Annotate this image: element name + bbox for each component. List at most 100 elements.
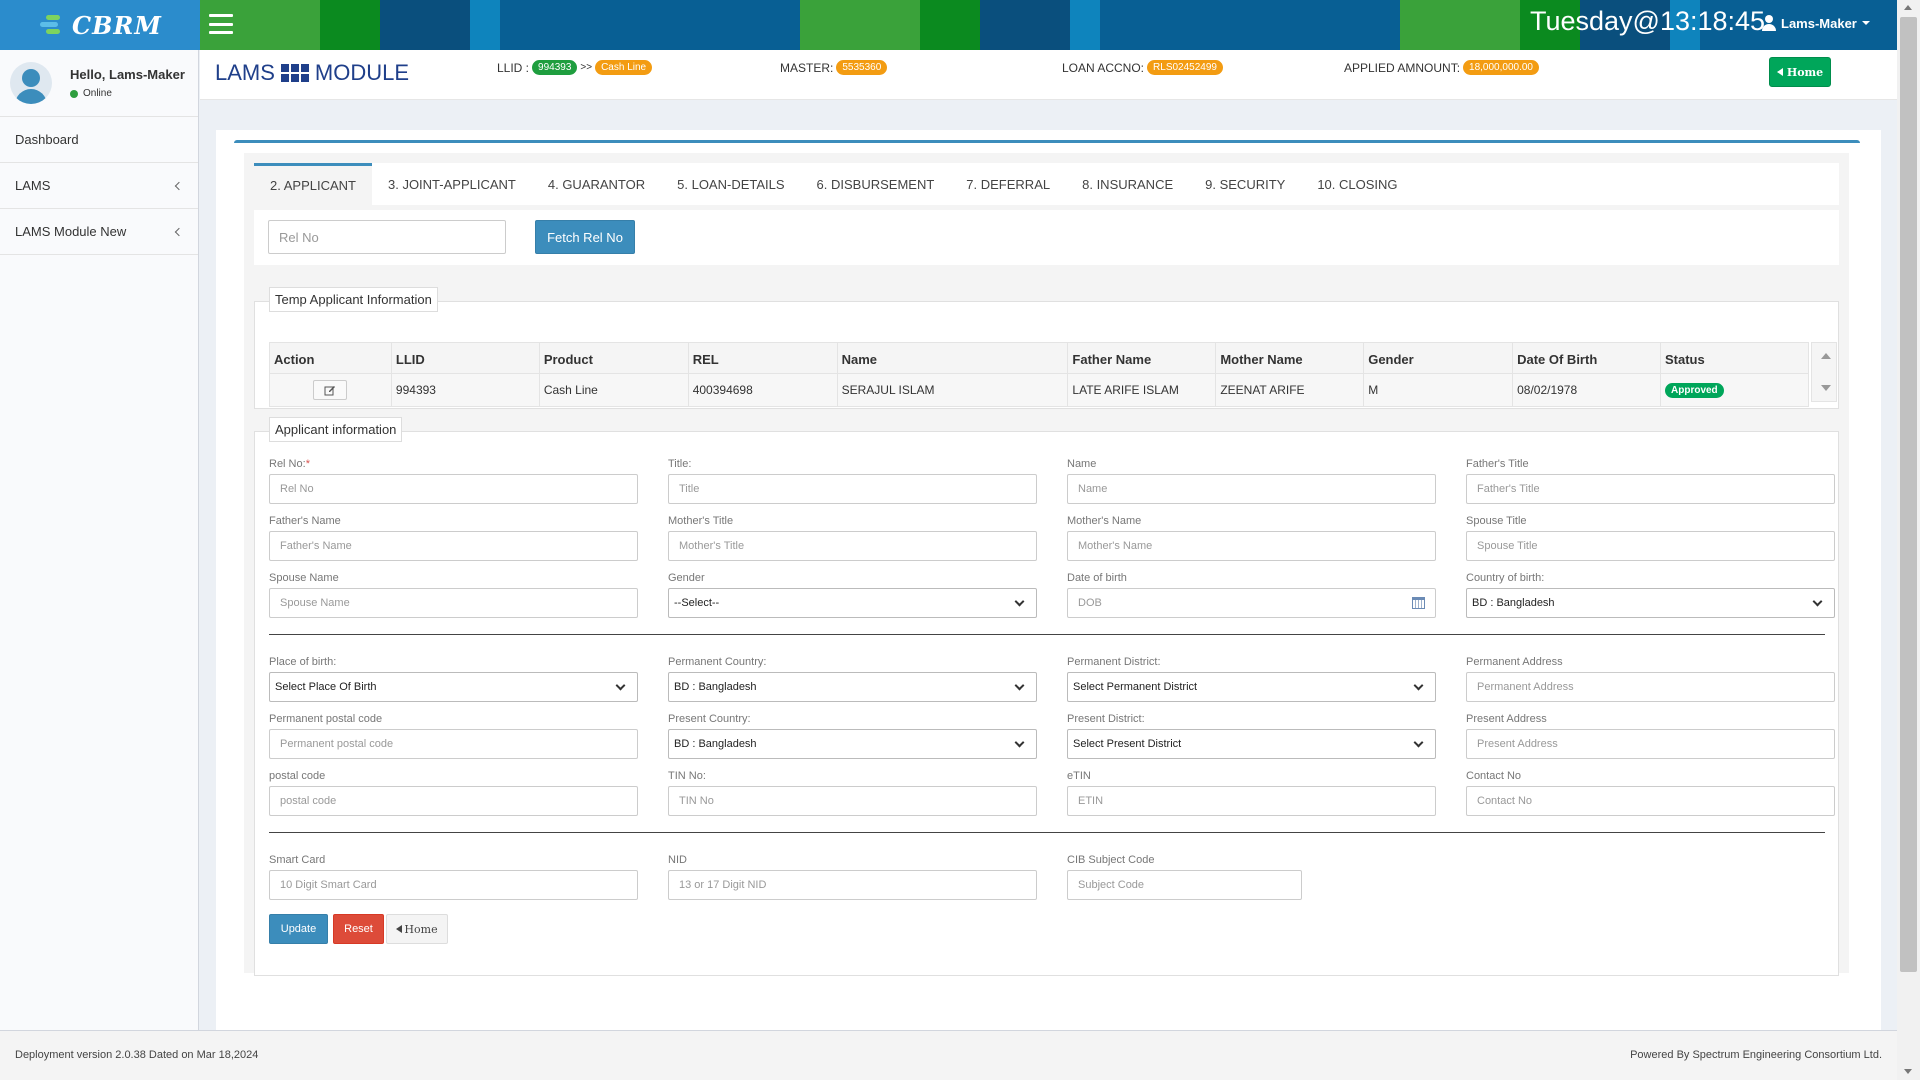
gender-select[interactable]: --Select-- — [668, 588, 1037, 618]
clock: Tuesday@13:18:45 — [1530, 6, 1766, 36]
rel-no-search-input[interactable]: Rel No — [268, 220, 506, 254]
sidebar-item-lams-module-new[interactable]: LAMS Module New — [0, 209, 198, 255]
scroll-down-icon[interactable] — [1904, 1069, 1912, 1074]
amount-badge: 18,000,000.00 — [1463, 60, 1539, 75]
tab-insurance[interactable]: 8. INSURANCE — [1066, 163, 1189, 205]
edit-button[interactable] — [313, 380, 348, 400]
chevron-down-icon — [1413, 680, 1424, 690]
sidebar-item-label: LAMS Module New — [15, 224, 127, 239]
llid-label: LLID : — [497, 60, 530, 75]
contact-input[interactable]: Contact No — [1466, 786, 1835, 816]
fetch-rel-no-button[interactable]: Fetch Rel No — [535, 220, 635, 254]
mother-name-input[interactable]: Mother's Name — [1067, 531, 1436, 561]
cib-subject-code-input[interactable]: Subject Code — [1067, 870, 1302, 900]
father-title-input[interactable]: Father's Title — [1466, 474, 1835, 504]
smart-card-input[interactable]: 10 Digit Smart Card — [269, 870, 638, 900]
header-band — [470, 0, 500, 50]
tab-joint-applicant[interactable]: 3. JOINT-APPLICANT — [372, 163, 532, 205]
tin-input[interactable]: TIN No — [668, 786, 1037, 816]
home-button[interactable]: Home — [1769, 57, 1831, 87]
applicant-info-legend: Applicant information — [269, 417, 403, 442]
dob-input[interactable]: DOB — [1067, 588, 1436, 618]
update-button[interactable]: Update — [269, 914, 328, 944]
permanent-postal-field: Permanent postal code Permanent postal c… — [269, 713, 638, 759]
field-label: CIB Subject Code — [1067, 854, 1155, 866]
father-name-field: Father's Name Father's Name — [269, 515, 638, 561]
permanent-district-select[interactable]: Select Permanent District — [1067, 672, 1436, 702]
tab-security[interactable]: 9. SECURITY — [1189, 163, 1301, 205]
place-of-birth-select[interactable]: Select Place Of Birth — [269, 672, 638, 702]
column-header: REL — [687, 342, 838, 374]
loan-label: LOAN ACCNO: — [1062, 60, 1145, 75]
cell-mother-name: ZEENAT ARIFE — [1215, 373, 1365, 407]
present-country-select[interactable]: BD : Bangladesh — [668, 729, 1037, 759]
permanent-postal-input[interactable]: Permanent postal code — [269, 729, 638, 759]
caret-down-icon — [1861, 21, 1870, 25]
llid-badge: 994393 — [532, 60, 578, 75]
table-scrollbar[interactable] — [1811, 342, 1837, 402]
tab-closing[interactable]: 10. CLOSING — [1301, 163, 1413, 205]
permanent-address-field: Permanent Address Permanent Address — [1466, 656, 1835, 702]
llid-meta: LLID : 994393 >> Cash Line — [497, 60, 653, 75]
contact-field: Contact No Contact No — [1466, 770, 1835, 816]
tab-deferral[interactable]: 7. DEFERRAL — [950, 163, 1066, 205]
header-band — [920, 0, 980, 50]
chevron-down-icon — [615, 680, 626, 690]
name-input[interactable]: Name — [1067, 474, 1436, 504]
tab-guarantor[interactable]: 4. GUARANTOR — [532, 163, 661, 205]
scrollbar-thumb[interactable] — [1900, 17, 1917, 972]
brand-logo[interactable]: CBRM — [0, 0, 200, 50]
spouse-title-field: Spouse Title Spouse Title — [1466, 515, 1835, 561]
place-of-birth-value: Select Place Of Birth — [275, 681, 377, 693]
tab-loan-details[interactable]: 5. LOAN-DETAILS — [661, 163, 800, 205]
present-address-input[interactable]: Present Address — [1466, 729, 1835, 759]
permanent-district-value: Select Permanent District — [1073, 681, 1198, 693]
scroll-up-icon[interactable] — [1904, 5, 1912, 10]
mother-title-input[interactable]: Mother's Title — [668, 531, 1037, 561]
tab-applicant[interactable]: 2. APPLICANT — [254, 163, 372, 205]
form-home-button[interactable]: Home — [386, 914, 448, 944]
spouse-title-input[interactable]: Spouse Title — [1466, 531, 1835, 561]
scroll-down-icon[interactable] — [1821, 385, 1831, 391]
calendar-icon[interactable] — [1412, 597, 1425, 609]
permanent-country-value: BD : Bangladesh — [674, 681, 757, 693]
sidebar-item-lams[interactable]: LAMS — [0, 163, 198, 209]
present-country-field: Present Country: BD : Bangladesh — [668, 713, 1037, 759]
gender-select-value: --Select-- — [674, 597, 720, 609]
user-menu[interactable]: Lams-Maker — [1762, 15, 1870, 31]
user-panel: Hello, Lams-Maker Online — [0, 50, 198, 117]
online-dot-icon — [70, 89, 78, 98]
present-country-value: BD : Bangladesh — [674, 738, 757, 750]
amount-label: APPLIED AMNOUNT: — [1344, 60, 1461, 75]
permanent-country-select[interactable]: BD : Bangladesh — [668, 672, 1037, 702]
sidebar-toggle-icon[interactable] — [209, 14, 233, 34]
present-district-select[interactable]: Select Present District — [1067, 729, 1436, 759]
chevron-down-icon — [1812, 596, 1823, 606]
postal-code-input[interactable]: postal code — [269, 786, 638, 816]
nid-input[interactable]: 13 or 17 Digit NID — [668, 870, 1037, 900]
scroll-up-icon[interactable] — [1821, 353, 1831, 359]
field-label: Mother's Title — [668, 515, 734, 527]
field-label: NID — [668, 854, 687, 866]
reset-button[interactable]: Reset — [333, 914, 384, 944]
father-title-field: Father's Title Father's Title — [1466, 458, 1835, 504]
page-scrollbar[interactable] — [1897, 0, 1920, 1080]
etin-input[interactable]: ETIN — [1067, 786, 1436, 816]
present-district-field: Present District: Select Present Distric… — [1067, 713, 1436, 759]
required-marker: * — [305, 458, 310, 470]
title-input[interactable]: Title — [668, 474, 1037, 504]
spouse-name-input[interactable]: Spouse Name — [269, 588, 638, 618]
tab-disbursement[interactable]: 6. DISBURSEMENT — [801, 163, 951, 205]
field-label: Permanent Address — [1466, 656, 1563, 668]
country-of-birth-select[interactable]: BD : Bangladesh — [1466, 588, 1835, 618]
rel-no-input[interactable]: Rel No — [269, 474, 638, 504]
field-label: Place of birth: — [269, 656, 337, 668]
field-label: postal code — [269, 770, 326, 782]
father-name-input[interactable]: Father's Name — [269, 531, 638, 561]
table-row[interactable]: 994393 Cash Line 400394698 SERAJUL ISLAM… — [269, 373, 1809, 407]
title-field: Title: Title — [668, 458, 1037, 504]
user-status: Online — [70, 88, 185, 99]
permanent-address-input[interactable]: Permanent Address — [1466, 672, 1835, 702]
master-label: MASTER: — [780, 60, 834, 75]
sidebar-item-dashboard[interactable]: Dashboard — [0, 117, 198, 163]
